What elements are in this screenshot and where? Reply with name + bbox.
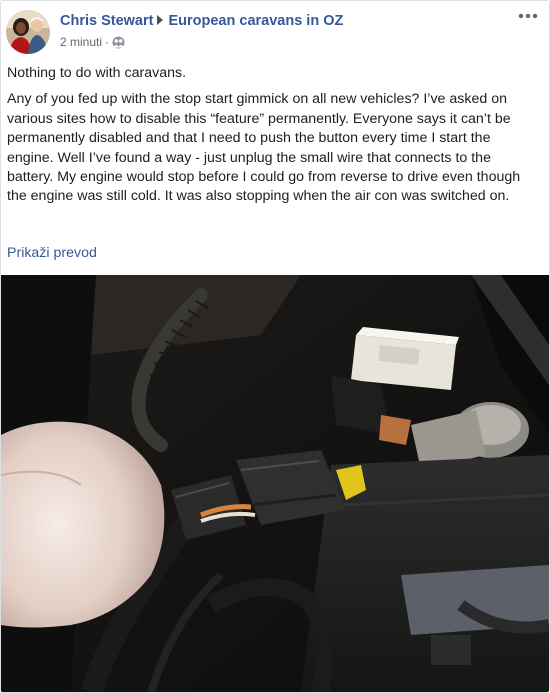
author-avatar[interactable] [6,10,50,54]
more-dots-icon[interactable] [517,10,539,24]
post-text: Nothing to do with caravans. Any of you … [7,64,539,214]
share-arrow-icon [157,15,164,25]
post-header: Chris Stewart European caravans in OZ 2 m… [6,10,539,56]
post-paragraph: Nothing to do with caravans. [7,65,187,81]
post-timestamp-link[interactable]: 2 minuti [60,35,102,49]
post-photo[interactable] [1,275,549,692]
author-line: Chris Stewart European caravans in OZ [60,13,343,29]
post-card: Chris Stewart European caravans in OZ 2 m… [0,0,550,693]
meta-separator: · [105,35,110,49]
post-paragraph: Any of you fed up with the stop start gi… [7,91,521,205]
post-meta: 2 minuti · [60,35,125,52]
group-name-link[interactable]: European caravans in OZ [168,13,343,29]
group-icon[interactable] [112,36,125,52]
author-name-link[interactable]: Chris Stewart [60,13,153,29]
see-translation-link[interactable]: Prikaži prevod [7,245,97,261]
engine-bay-photo [1,275,549,692]
